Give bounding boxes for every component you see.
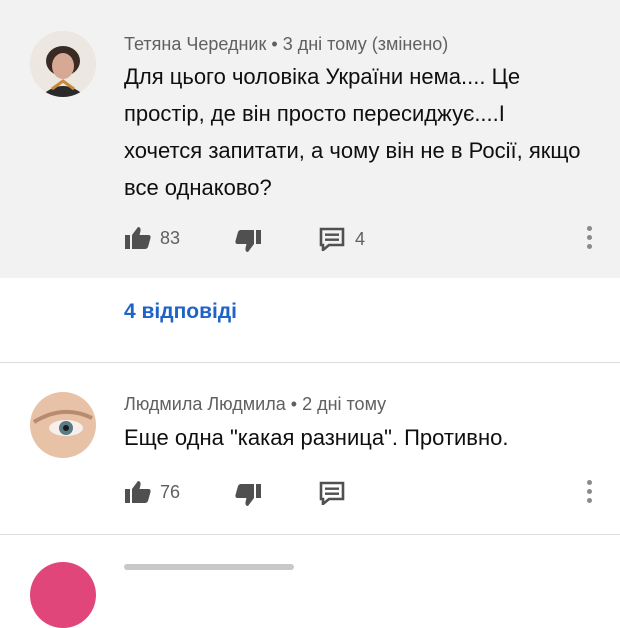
- reply-count: 4: [355, 228, 366, 249]
- view-replies-link[interactable]: 4 відповіді: [124, 300, 237, 324]
- more-vertical-icon[interactable]: [587, 226, 593, 253]
- like-button[interactable]: 83: [124, 226, 180, 250]
- divider: [0, 534, 620, 535]
- divider: [0, 362, 620, 363]
- like-count: 76: [160, 481, 181, 502]
- avatar[interactable]: [30, 562, 96, 628]
- meta-separator: •: [290, 394, 303, 414]
- thumbs-up-icon: [124, 226, 152, 250]
- comment-item: Людмила Людмила • 2 дні тому Еще одна "к…: [0, 364, 620, 534]
- comment-time[interactable]: 2 дні тому: [302, 394, 386, 414]
- comment-text: Еще одна "какая разница". Противно.: [124, 425, 509, 450]
- comment-reply-icon: [319, 227, 345, 251]
- dislike-button[interactable]: [234, 483, 262, 507]
- thumbs-down-icon: [234, 483, 262, 507]
- avatar[interactable]: [30, 31, 96, 97]
- meta-separator: •: [271, 34, 283, 54]
- like-button[interactable]: 76: [124, 480, 180, 504]
- comment-meta: Людмила Людмила • 2 дні тому: [124, 394, 386, 415]
- like-count: 83: [160, 227, 181, 248]
- comment-meta: [124, 564, 294, 570]
- avatar[interactable]: [30, 392, 96, 458]
- author-name[interactable]: Людмила Людмила: [124, 394, 286, 414]
- comment-time[interactable]: 3 дні тому (змінено): [283, 34, 449, 54]
- thumbs-up-icon: [124, 480, 152, 504]
- more-vertical-icon[interactable]: [587, 480, 593, 507]
- thumbs-down-icon: [234, 229, 262, 253]
- reply-button[interactable]: [319, 481, 345, 505]
- dislike-button[interactable]: [234, 229, 262, 253]
- reply-button[interactable]: 4: [319, 227, 365, 251]
- comment-item: [0, 536, 620, 628]
- comment-meta: Тетяна Чередник • 3 дні тому (змінено): [124, 34, 448, 55]
- author-name[interactable]: Тетяна Чередник: [124, 34, 266, 54]
- comment-text: Для цього чоловіка України нема.... Це п…: [124, 64, 581, 200]
- comment-reply-icon: [319, 481, 345, 505]
- comment-item: Тетяна Чередник • 3 дні тому (змінено) Д…: [0, 0, 620, 278]
